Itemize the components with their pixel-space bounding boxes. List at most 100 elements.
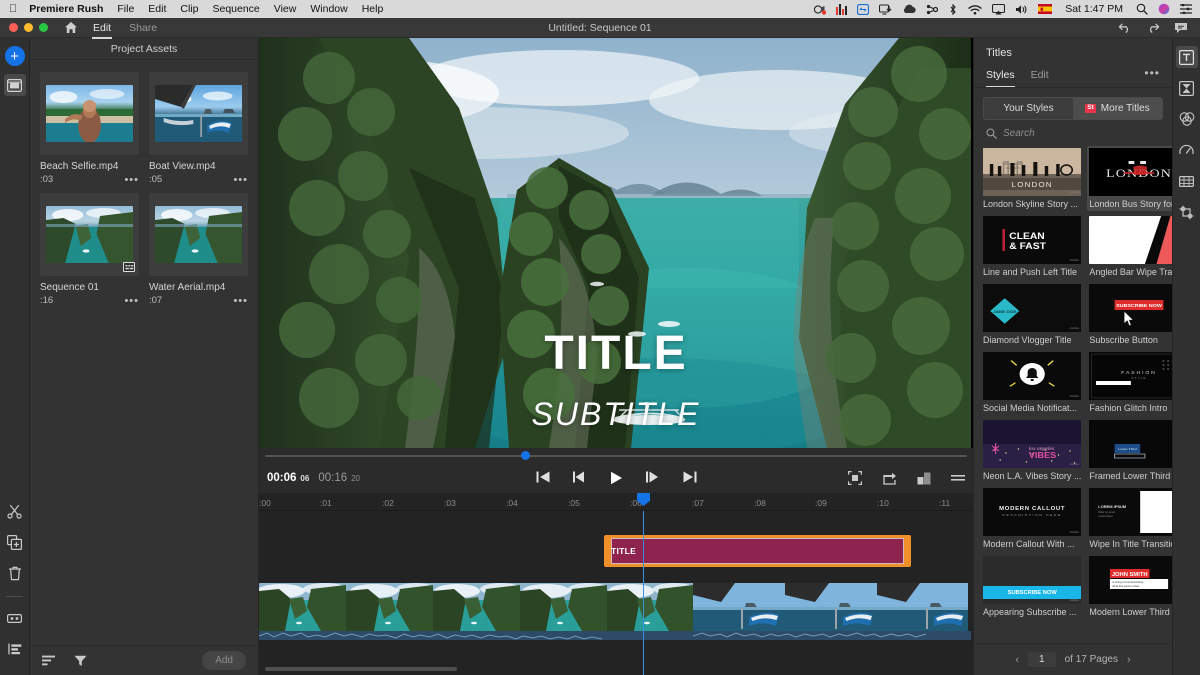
minimize-window-button[interactable] (24, 23, 33, 32)
audio-waveform-strip[interactable] (259, 631, 693, 640)
asset-item[interactable]: Water Aerial.mp4 :07 ••• (149, 193, 248, 306)
asset-thumbnail[interactable] (149, 193, 248, 276)
fit-to-frame-icon[interactable] (848, 471, 862, 485)
asset-menu-button[interactable]: ••• (124, 176, 139, 184)
volume-icon[interactable] (1010, 4, 1033, 15)
timeline-tracks[interactable]: TITLE (259, 511, 973, 675)
menu-view[interactable]: View (267, 3, 304, 15)
timeline-title-clip[interactable]: TITLE (604, 535, 911, 567)
titles-icon[interactable] (1176, 46, 1198, 68)
bluetooth-icon[interactable] (943, 4, 963, 15)
tab-styles[interactable]: Styles (986, 65, 1015, 87)
next-page-button[interactable]: › (1127, 654, 1131, 666)
titles-search-field[interactable]: Search (974, 120, 1172, 146)
timeline-video-track[interactable] (259, 583, 971, 631)
menu-help[interactable]: Help (355, 3, 391, 15)
asset-item[interactable]: Sequence 01 :16 ••• (40, 193, 139, 306)
screen-record-icon[interactable] (808, 4, 831, 15)
step-back-icon[interactable] (573, 471, 587, 485)
your-styles-button[interactable]: Your Styles (984, 98, 1073, 119)
chart-icon[interactable] (831, 4, 852, 15)
scrubber-handle[interactable] (521, 451, 530, 460)
menu-file[interactable]: File (110, 3, 141, 15)
cloud-icon[interactable] (897, 4, 921, 14)
title-template-card[interactable]: MODERN CALLOUTDESCRIPTION HERE Adobe Mod… (981, 486, 1083, 551)
delete-icon[interactable] (4, 562, 26, 584)
title-template-card[interactable]: Adobe Angled Bar Wipe Trans... (1087, 214, 1172, 279)
menu-sequence[interactable]: Sequence (205, 3, 266, 15)
airplay-icon[interactable] (987, 4, 1010, 15)
timeline-panel[interactable]: :00 :01 :02 :03 :04 :05 :06 :07 :08 :09 … (259, 493, 973, 675)
media-browser-icon[interactable] (4, 74, 26, 96)
network-icon[interactable] (921, 4, 943, 15)
display-arrow-icon[interactable] (874, 4, 897, 15)
comment-icon[interactable] (1174, 22, 1188, 34)
title-template-card[interactable]: LONDON Adobe London Skyline Story ... (981, 146, 1083, 211)
asset-thumbnail[interactable] (40, 193, 139, 276)
title-template-card[interactable]: SUBSCRIBE NOW Adobe Appearing Subscribe … (981, 554, 1083, 619)
tab-edit[interactable]: Edit (1031, 65, 1049, 87)
title-template-card[interactable]: JOHN SMITHA string of text describingwha… (1087, 554, 1172, 619)
menu-clip[interactable]: Clip (173, 3, 205, 15)
title-template-card[interactable]: SUBSCRIBE NOW Adobe Subscribe Button (1087, 282, 1172, 347)
spotlight-search-icon[interactable] (1131, 3, 1153, 15)
control-center-icon[interactable] (1175, 4, 1200, 14)
transitions-icon[interactable] (1176, 77, 1198, 99)
redo-icon[interactable] (1146, 22, 1160, 33)
container-icon[interactable] (852, 4, 874, 15)
play-icon[interactable] (610, 471, 623, 485)
speed-icon[interactable] (1176, 139, 1198, 161)
color-icon[interactable] (1176, 108, 1198, 130)
title-template-card[interactable]: JANE DOE Adobe Diamond Vlogger Title (981, 282, 1083, 347)
maximize-window-button[interactable] (39, 23, 48, 32)
title-template-card[interactable]: los angelesVIBES Adobe Neon L.A. Vibes S… (981, 418, 1083, 483)
step-forward-icon[interactable] (646, 471, 660, 485)
program-monitor[interactable]: TITLE SUBTITLE (259, 38, 973, 448)
close-window-button[interactable] (9, 23, 18, 32)
go-to-end-icon[interactable] (683, 471, 697, 485)
title-template-card[interactable]: FASHIONSTYLE Adobe Fashion Glitch Intro (1087, 350, 1172, 415)
title-template-card[interactable]: CLEAN& FAST Adobe Line and Push Left Tit… (981, 214, 1083, 279)
asset-thumbnail[interactable] (40, 72, 139, 155)
clip-icon[interactable] (4, 607, 26, 629)
filter-icon[interactable] (74, 655, 87, 667)
timecode-display[interactable]: 00:06 06 00:16 20 (267, 472, 360, 484)
tab-share[interactable]: Share (128, 19, 158, 37)
menu-window[interactable]: Window (303, 3, 354, 15)
apple-logo-icon[interactable]:  (0, 4, 27, 15)
siri-icon[interactable] (1153, 3, 1175, 15)
audio-icon[interactable] (1176, 170, 1198, 192)
preview-scrubber[interactable] (259, 448, 973, 463)
title-template-card[interactable]: LONDON Adobe London Bus Story for ... (1087, 146, 1172, 211)
sort-icon[interactable] (42, 655, 56, 666)
crop-icon[interactable] (1176, 201, 1198, 223)
asset-item[interactable]: Beach Selfie.mp4 :03 ••• (40, 72, 139, 185)
align-icon[interactable] (4, 638, 26, 660)
duplicate-icon[interactable] (4, 531, 26, 553)
timeline-horizontal-scrollbar[interactable] (265, 667, 457, 671)
asset-menu-button[interactable]: ••• (233, 297, 248, 305)
cut-icon[interactable] (4, 500, 26, 522)
timeline-ruler[interactable]: :00 :01 :02 :03 :04 :05 :06 :07 :08 :09 … (259, 493, 973, 511)
asset-item[interactable]: Boat View.mp4 :05 ••• (149, 72, 248, 185)
home-icon[interactable] (64, 21, 78, 34)
scrubber-track[interactable] (265, 455, 967, 457)
go-to-start-icon[interactable] (536, 471, 550, 485)
audio-waveform-strip[interactable] (693, 631, 971, 640)
undo-icon[interactable] (1118, 22, 1132, 33)
titles-panel-more-button[interactable]: ••• (1144, 68, 1160, 84)
wifi-icon[interactable] (963, 4, 987, 15)
flag-icon[interactable] (1033, 4, 1057, 14)
menu-icon[interactable] (951, 474, 965, 482)
add-media-button[interactable]: + (5, 46, 25, 66)
menu-bar-clock[interactable]: Sat 1:47 PM (1057, 3, 1131, 15)
more-titles-button[interactable]: St More Titles (1073, 98, 1162, 119)
asset-menu-button[interactable]: ••• (124, 297, 139, 305)
asset-thumbnail[interactable] (149, 72, 248, 155)
timeline-playhead[interactable] (643, 511, 644, 675)
asset-menu-button[interactable]: ••• (233, 176, 248, 184)
export-icon[interactable] (882, 472, 897, 485)
menu-premiere-rush[interactable]: Premiere Rush (27, 3, 110, 15)
menu-edit[interactable]: Edit (141, 3, 173, 15)
title-template-card[interactable]: Adobe Social Media Notificat... (981, 350, 1083, 415)
